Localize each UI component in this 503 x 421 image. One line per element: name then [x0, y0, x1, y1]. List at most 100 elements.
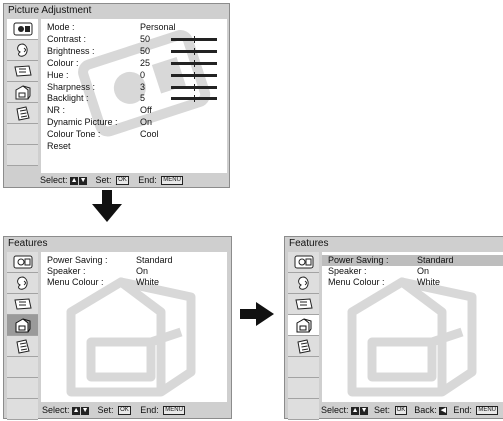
- slider-thumb[interactable]: [194, 83, 195, 91]
- slider-thumb[interactable]: [194, 95, 195, 103]
- setting-value: 50: [140, 45, 151, 56]
- features-menu-left: Features Power Saving : Standard Speaker :…: [3, 236, 232, 420]
- category-screen[interactable]: [7, 61, 38, 82]
- setting-row[interactable]: Reset: [47, 141, 227, 152]
- setup-icon: [295, 338, 313, 354]
- menu-key: MENU: [163, 406, 185, 416]
- setting-row[interactable]: Speaker : On: [328, 266, 503, 277]
- level-slider[interactable]: [171, 83, 217, 91]
- category-setup[interactable]: [7, 103, 38, 124]
- setting-value: On: [417, 266, 430, 276]
- setting-row[interactable]: Menu Colour : White: [328, 277, 503, 288]
- setting-row[interactable]: Backlight : 5: [47, 93, 227, 104]
- level-slider[interactable]: [171, 47, 217, 55]
- features-icon: [14, 84, 32, 100]
- category-blank: [7, 357, 38, 378]
- sound-icon: [13, 42, 33, 58]
- category-sound[interactable]: [7, 40, 38, 61]
- selected-setting-row[interactable]: Power Saving : Standard: [322, 255, 503, 266]
- screen-icon: [13, 297, 33, 311]
- level-slider[interactable]: [171, 95, 217, 103]
- status-bar: Select: ▲ ▼ Set: OK End: MENU: [42, 405, 185, 416]
- category-screen[interactable]: [7, 294, 38, 315]
- setting-label: Speaker :: [328, 266, 367, 276]
- status-bar: Select: ▲ ▼ Set: OK Back: ◀ End: MENU: [321, 405, 499, 416]
- setting-value: Standard: [417, 255, 454, 265]
- category-blank: [288, 378, 319, 399]
- setting-label: Sharpness :: [47, 81, 96, 92]
- setting-label: Reset: [47, 141, 71, 151]
- category-picture[interactable]: [7, 19, 38, 40]
- setting-value: Off: [140, 105, 152, 116]
- category-sound[interactable]: [7, 273, 38, 294]
- category-blank: [7, 145, 38, 166]
- setting-label: Backlight :: [47, 93, 89, 104]
- setting-label: Menu Colour :: [47, 277, 104, 287]
- slider-thumb[interactable]: [194, 35, 195, 43]
- ok-key: OK: [394, 406, 408, 416]
- category-sound[interactable]: [288, 273, 319, 294]
- setting-label: Power Saving :: [47, 255, 108, 265]
- menu-key: MENU: [161, 176, 183, 186]
- category-features[interactable]: [288, 315, 319, 336]
- setting-row[interactable]: Contrast : 50: [47, 34, 227, 45]
- setting-value: 25: [140, 57, 151, 68]
- setting-row[interactable]: Colour Tone : Cool: [47, 129, 227, 140]
- right-arrow-icon: [240, 302, 274, 326]
- category-setup[interactable]: [7, 336, 38, 357]
- setting-label: Menu Colour :: [328, 277, 385, 287]
- category-blank: [7, 399, 38, 420]
- setting-row[interactable]: Hue : 0: [47, 70, 227, 81]
- setting-value: On: [136, 266, 149, 276]
- menu-key: MENU: [476, 406, 499, 416]
- sound-icon: [294, 275, 314, 291]
- sound-icon: [13, 275, 33, 291]
- category-blank: [288, 357, 319, 378]
- picture-icon: [13, 22, 33, 36]
- setting-label: Dynamic Picture :: [47, 117, 118, 128]
- setting-value: Personal: [140, 22, 176, 32]
- slider-thumb[interactable]: [194, 71, 195, 79]
- level-slider[interactable]: [171, 71, 217, 79]
- setting-value: 50: [140, 33, 151, 44]
- setting-value: White: [136, 277, 160, 287]
- down-arrow-icon: [92, 190, 122, 222]
- up-key-icon: ▲: [72, 406, 81, 415]
- setting-value: Standard: [136, 255, 173, 265]
- category-picture[interactable]: [7, 252, 38, 273]
- level-slider[interactable]: [171, 59, 217, 67]
- setting-row[interactable]: Mode : Personal: [47, 22, 227, 33]
- setting-row[interactable]: Dynamic Picture : On: [47, 117, 227, 128]
- category-picture[interactable]: [288, 252, 319, 273]
- picture-icon: [13, 255, 33, 269]
- menu-title: Features: [8, 238, 48, 249]
- category-features[interactable]: [7, 315, 38, 336]
- screen-icon: [13, 64, 33, 78]
- setting-row[interactable]: Brightness : 50: [47, 46, 227, 57]
- category-rail: [288, 252, 319, 420]
- menu-title: Picture Adjustment: [8, 5, 92, 16]
- menu-title: Features: [289, 238, 329, 249]
- setting-label: Brightness :: [47, 45, 95, 56]
- setting-label: Colour :: [47, 57, 79, 68]
- setting-row[interactable]: Menu Colour : White: [47, 277, 227, 288]
- setting-row[interactable]: Sharpness : 3: [47, 82, 227, 93]
- level-slider[interactable]: [171, 35, 217, 43]
- setting-row[interactable]: NR : Off: [47, 105, 227, 116]
- picture-adjustment-menu: Picture Adjustment Mode : Personal Contras…: [3, 3, 230, 188]
- setup-icon: [14, 105, 32, 121]
- slider-thumb[interactable]: [194, 59, 195, 67]
- category-setup[interactable]: [288, 336, 319, 357]
- setting-row[interactable]: Power Saving : Standard: [47, 255, 227, 266]
- setting-row[interactable]: Colour : 25: [47, 58, 227, 69]
- category-blank: [288, 399, 319, 420]
- category-features[interactable]: [7, 82, 38, 103]
- up-key-icon: ▲: [70, 176, 79, 185]
- category-blank: [7, 378, 38, 399]
- category-rail: [7, 19, 38, 166]
- setting-row[interactable]: Speaker : On: [47, 266, 227, 277]
- slider-thumb[interactable]: [194, 47, 195, 55]
- features-menu-right: Features Power Saving : Standard Speaker :…: [284, 236, 503, 420]
- setting-label: Hue :: [47, 69, 69, 80]
- category-screen[interactable]: [288, 294, 319, 315]
